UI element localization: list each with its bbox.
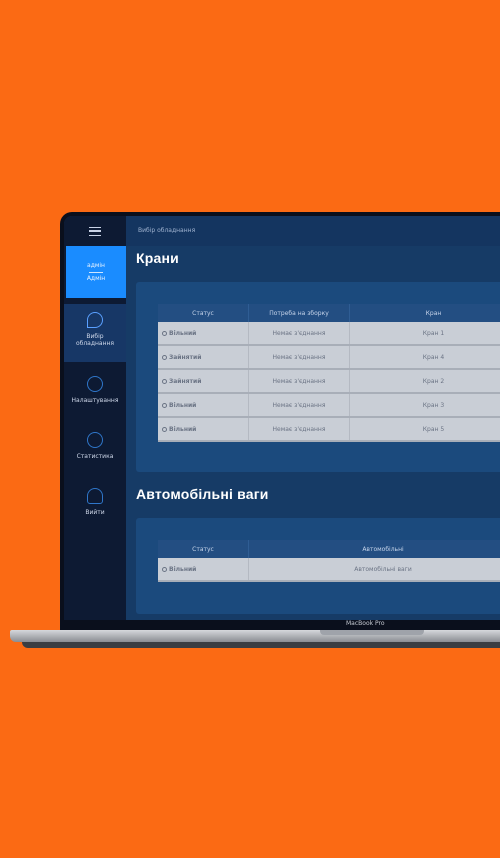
scales-table: Статус Автомобільні Вільний Автомобільні… — [158, 540, 500, 582]
column-header-status: Статус — [158, 540, 249, 558]
breadcrumb: Вибір обладнання — [138, 227, 196, 234]
cranes-table: Статус Потреба на зборку Кран Вільний Не… — [158, 304, 500, 442]
crane-name-cell: Кран 4 — [349, 345, 500, 370]
crane-name-cell: Кран 3 — [349, 393, 500, 418]
status-cell: Вільний — [158, 558, 249, 582]
table-row[interactable]: Вільний Немає з'єднання Кран 3 — [158, 393, 500, 418]
column-header-status: Статус — [158, 304, 249, 322]
user-name: Адмін — [86, 274, 106, 282]
need-cell: Немає з'єднання — [248, 393, 350, 418]
user-role: адмін — [87, 261, 105, 269]
status-dot-icon — [162, 426, 167, 432]
laptop-base — [10, 630, 500, 642]
crane-name-cell: Кран 1 — [349, 322, 500, 346]
status-text: Вільний — [169, 565, 197, 573]
column-header-crane: Кран — [349, 304, 500, 322]
status-cell: Зайнятий — [158, 369, 249, 394]
need-cell: Немає з'єднання — [248, 369, 350, 394]
hamburger-menu-button[interactable] — [64, 216, 126, 246]
crane-hook-icon — [87, 312, 103, 328]
sidebar-item-settings[interactable]: Налаштування — [64, 376, 126, 416]
app-screen: адмін Адмін Вибір обладнання Налаштуванн… — [64, 216, 500, 620]
status-dot-icon — [162, 378, 167, 384]
hamburger-icon — [89, 226, 101, 236]
status-text: Вільний — [169, 425, 197, 433]
need-cell: Немає з'єднання — [248, 417, 350, 442]
promo-stage: адмін Адмін Вибір обладнання Налаштуванн… — [0, 0, 500, 858]
laptop-notch — [320, 630, 424, 635]
laptop-model-label: MacBook Pro — [346, 620, 385, 627]
status-dot-icon — [162, 402, 167, 408]
status-cell: Вільний — [158, 393, 249, 418]
table-row[interactable]: Вільний Немає з'єднання Кран 1 — [158, 322, 500, 346]
status-text: Зайнятий — [169, 377, 202, 385]
scales-title: Автомобільні ваги — [136, 486, 269, 502]
table-row[interactable]: Вільний Автомобільні ваги — [158, 558, 500, 582]
user-card[interactable]: адмін Адмін — [66, 246, 126, 298]
table-header-row: Статус Автомобільні — [158, 540, 500, 558]
status-text: Зайнятий — [169, 353, 202, 361]
status-dot-icon — [162, 354, 167, 360]
crane-name-cell: Кран 2 — [349, 369, 500, 394]
sidebar-item-label: Вийти — [85, 509, 105, 516]
column-header-need: Потреба на зборку — [248, 304, 350, 322]
need-cell: Немає з'єднання — [248, 345, 350, 370]
status-cell: Вільний — [158, 322, 249, 346]
status-cell: Вільний — [158, 417, 249, 442]
sidebar-item-label: Налаштування — [71, 397, 119, 404]
sidebar-item-logout[interactable]: Вийти — [64, 488, 126, 528]
status-cell: Зайнятий — [158, 345, 249, 370]
logout-person-icon — [87, 488, 103, 504]
status-dot-icon — [162, 566, 167, 572]
scales-name-cell: Автомобільні ваги — [248, 558, 500, 582]
table-header-row: Статус Потреба на зборку Кран — [158, 304, 500, 322]
crane-name-cell: Кран 5 — [349, 417, 500, 442]
sidebar-item-label: Вибір обладнання — [75, 333, 115, 347]
stats-icon — [87, 432, 103, 448]
gear-icon — [87, 376, 103, 392]
table-row[interactable]: Зайнятий Немає з'єднання Кран 2 — [158, 369, 500, 394]
laptop-base-shadow — [22, 642, 500, 648]
sidebar-item-label: Статистика — [76, 453, 114, 460]
status-dot-icon — [162, 330, 167, 336]
sidebar-item-statistics[interactable]: Статистика — [64, 432, 126, 472]
table-row[interactable]: Зайнятий Немає з'єднання Кран 4 — [158, 345, 500, 370]
column-header-scales: Автомобільні — [248, 540, 500, 558]
status-text: Вільний — [169, 401, 197, 409]
cranes-title: Крани — [136, 250, 179, 266]
table-row[interactable]: Вільний Немає з'єднання Кран 5 — [158, 417, 500, 442]
sidebar-item-equipment[interactable]: Вибір обладнання — [64, 304, 126, 362]
sidebar: адмін Адмін Вибір обладнання Налаштуванн… — [64, 216, 126, 620]
user-card-divider — [89, 271, 103, 273]
status-text: Вільний — [169, 329, 197, 337]
need-cell: Немає з'єднання — [248, 322, 350, 346]
